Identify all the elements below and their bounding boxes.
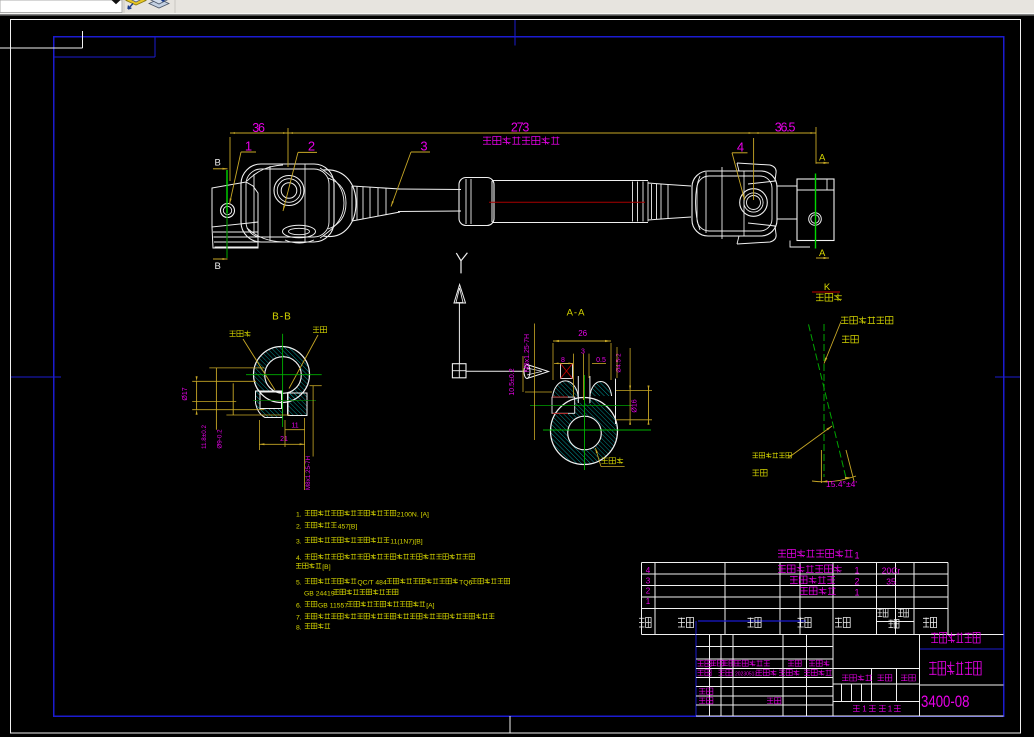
svg-text:Ø16: Ø16 [632, 399, 639, 412]
svg-text:10.5±0.2: 10.5±0.2 [509, 368, 516, 395]
svg-text:21: 21 [280, 436, 288, 443]
svg-text:26: 26 [578, 329, 587, 338]
svg-text:2: 2 [308, 139, 315, 154]
svg-text:1: 1 [854, 588, 859, 598]
svg-text:1: 1 [862, 705, 867, 714]
svg-text:15.4°±4': 15.4°±4' [826, 479, 857, 489]
svg-text:1.: 1. [296, 512, 302, 519]
svg-text:11: 11 [291, 423, 298, 430]
svg-text:M8x1.25-7H: M8x1.25-7H [524, 334, 531, 372]
svg-text:457[B]: 457[B] [338, 524, 358, 531]
svg-text:20Cr: 20Cr [882, 566, 901, 576]
svg-text:TQ6: TQ6 [459, 580, 472, 587]
svg-text:1: 1 [888, 705, 893, 714]
svg-text:6.: 6. [296, 603, 302, 610]
svg-text:36.5: 36.5 [775, 121, 796, 135]
svg-text:273: 273 [511, 121, 530, 135]
svg-text:3400-08: 3400-08 [921, 693, 970, 711]
svg-text:2: 2 [646, 587, 651, 596]
svg-text:A: A [819, 153, 826, 164]
svg-text:3.: 3. [296, 538, 302, 545]
svg-text:GB 11557: GB 11557 [318, 603, 348, 610]
svg-text:B: B [215, 158, 221, 169]
svg-text:3: 3 [420, 139, 427, 154]
svg-text:QC/T 484: QC/T 484 [357, 580, 387, 587]
svg-text:4.: 4. [296, 555, 302, 562]
svg-text:36: 36 [252, 121, 265, 135]
svg-text:4: 4 [646, 566, 651, 575]
svg-text:2: 2 [854, 577, 859, 587]
svg-text:Ø17: Ø17 [182, 387, 189, 400]
svg-text:2.: 2. [296, 524, 302, 531]
svg-text:Ø4.5-2: Ø4.5-2 [616, 353, 623, 373]
svg-text:1: 1 [245, 139, 252, 154]
svg-text:0.5: 0.5 [596, 357, 606, 364]
svg-text:5.: 5. [296, 580, 302, 587]
svg-text:35: 35 [886, 577, 896, 587]
svg-text:B: B [215, 261, 221, 272]
svg-text:A-A: A-A [567, 308, 586, 319]
svg-text:8: 8 [561, 357, 565, 364]
svg-text:3: 3 [646, 577, 651, 586]
svg-text:8.: 8. [296, 624, 302, 631]
svg-text:1: 1 [854, 551, 859, 561]
svg-text:Ø9-0.2: Ø9-0.2 [217, 429, 224, 449]
svg-text:[B]: [B] [322, 564, 330, 571]
svg-text:11(1N7)[B]: 11(1N7)[B] [390, 538, 422, 545]
svg-text:B-B: B-B [272, 312, 292, 323]
svg-text:20230513: 20230513 [735, 672, 757, 678]
svg-text:GB 24419: GB 24419 [304, 590, 335, 597]
svg-text:M8x1.25-7H: M8x1.25-7H [305, 455, 312, 490]
svg-text:2100N. [A]: 2100N. [A] [397, 512, 429, 519]
svg-text:7.: 7. [296, 615, 302, 622]
svg-text:11.8±0.2: 11.8±0.2 [201, 425, 208, 449]
svg-text:4: 4 [737, 140, 744, 155]
svg-text:1: 1 [854, 566, 859, 576]
svg-text:[A]: [A] [426, 603, 434, 610]
svg-text:K: K [824, 282, 831, 293]
svg-text:1: 1 [646, 597, 651, 606]
